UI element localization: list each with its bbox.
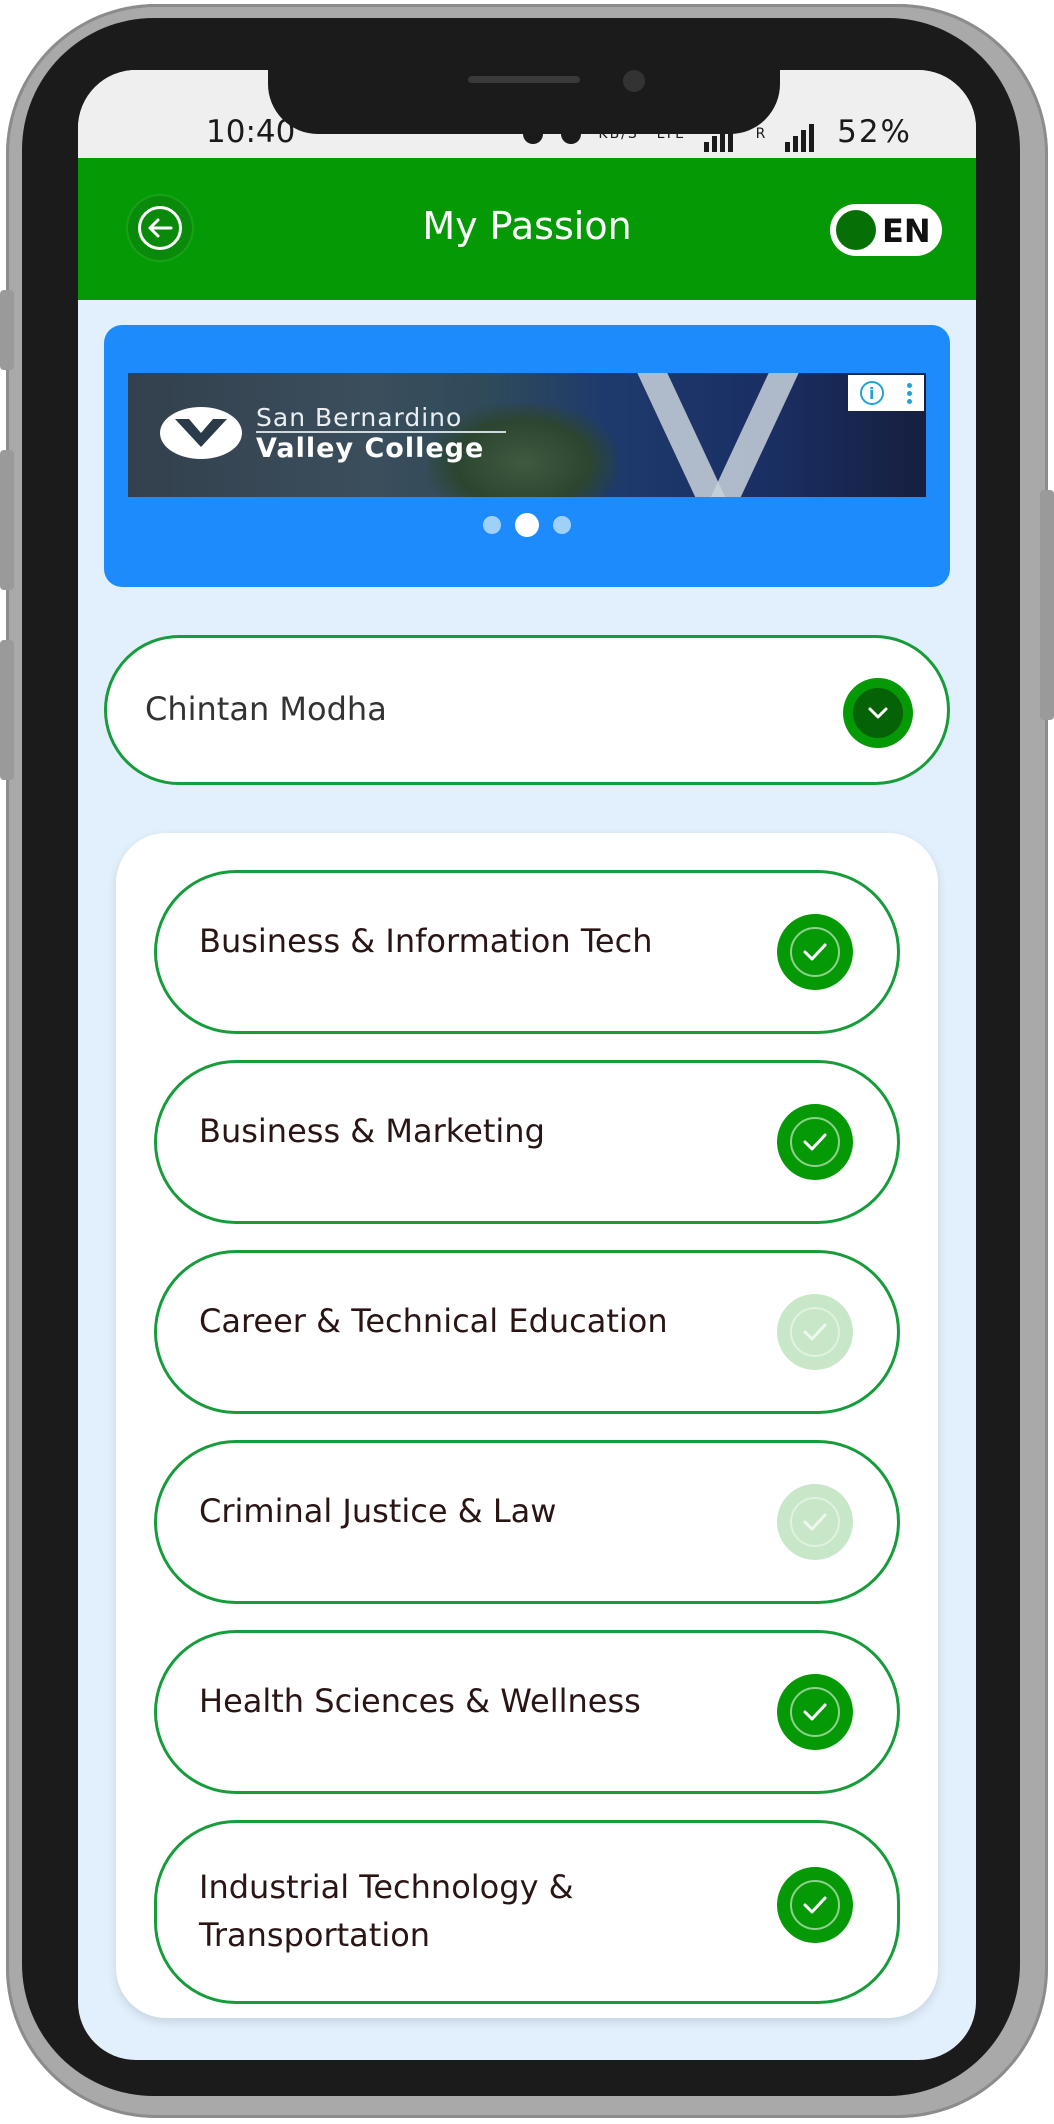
ad-title-line1: San Bernardino — [256, 403, 463, 432]
toggle-knob — [836, 210, 876, 250]
roaming-label: R — [755, 125, 768, 142]
passion-checkbox[interactable] — [777, 1484, 853, 1560]
passion-label: Criminal Justice & Law — [199, 1492, 557, 1530]
signal-icon — [785, 116, 817, 152]
carousel-dot-active[interactable] — [515, 513, 539, 537]
passion-list: Business & Information Tech Business & M… — [116, 833, 938, 2018]
user-dropdown[interactable]: Chintan Modha — [104, 635, 950, 785]
phone-volume-down-button — [0, 640, 14, 780]
passion-item[interactable]: Industrial Technology & Transportation — [154, 1820, 900, 2004]
passion-label: Career & Technical Education — [199, 1302, 668, 1340]
language-toggle[interactable]: EN — [830, 204, 942, 256]
checkmark-icon — [790, 1880, 840, 1930]
phone-power-button — [1040, 490, 1054, 720]
app-screen: 10:40 KB/S LTE R 52% My Passion — [78, 70, 976, 2060]
carousel-dot[interactable] — [483, 516, 501, 534]
passion-item[interactable]: Career & Technical Education — [154, 1250, 900, 1414]
dropdown-button[interactable] — [843, 678, 913, 748]
ad-title-line2: Valley College — [256, 433, 485, 464]
passion-checkbox[interactable] — [777, 1104, 853, 1180]
college-logo-icon — [160, 407, 242, 459]
selected-user-name: Chintan Modha — [145, 690, 387, 728]
passion-checkbox[interactable] — [777, 914, 853, 990]
language-label: EN — [882, 212, 931, 250]
passion-label: Health Sciences & Wellness — [199, 1682, 641, 1720]
passion-label: Industrial Technology & Transportation — [199, 1868, 574, 1954]
phone-notch — [268, 70, 780, 134]
checkmark-icon — [790, 1687, 840, 1737]
college-v-graphic — [637, 373, 799, 497]
phone-side-button — [0, 290, 14, 370]
passion-item[interactable]: Business & Marketing — [154, 1060, 900, 1224]
ad-banner-card: San Bernardino Valley College i — [104, 325, 950, 587]
kebab-icon[interactable] — [907, 382, 913, 404]
passion-item[interactable]: Business & Information Tech — [154, 870, 900, 1034]
app-bar: My Passion EN — [78, 158, 976, 300]
ad-banner[interactable]: San Bernardino Valley College i — [128, 373, 926, 497]
chevron-down-icon — [853, 688, 903, 738]
passion-label: Business & Marketing — [199, 1112, 545, 1150]
passion-checkbox[interactable] — [777, 1867, 853, 1943]
battery-level: 52% — [837, 114, 912, 150]
carousel-indicator — [104, 513, 950, 537]
carousel-dot[interactable] — [553, 516, 571, 534]
checkmark-icon — [790, 927, 840, 977]
passion-checkbox[interactable] — [777, 1674, 853, 1750]
checkmark-icon — [790, 1117, 840, 1167]
passion-checkbox[interactable] — [777, 1294, 853, 1370]
phone-volume-up-button — [0, 450, 14, 590]
info-icon[interactable]: i — [859, 381, 884, 405]
checkmark-icon — [790, 1307, 840, 1357]
ad-choices[interactable]: i — [848, 375, 924, 411]
passion-item[interactable]: Health Sciences & Wellness — [154, 1630, 900, 1794]
camera-icon — [623, 70, 645, 92]
passion-label: Business & Information Tech — [199, 922, 653, 960]
checkmark-icon — [790, 1497, 840, 1547]
passion-item[interactable]: Criminal Justice & Law — [154, 1440, 900, 1604]
